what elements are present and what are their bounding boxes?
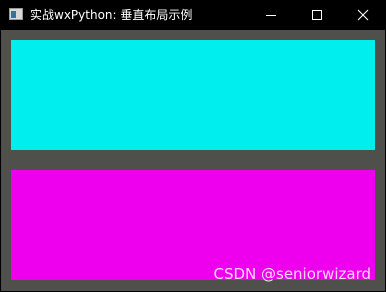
watermark-text: CSDN @seniorwizard (213, 265, 371, 283)
top-panel (11, 40, 375, 150)
title-bar[interactable]: 实战wxPython: 垂直布局示例 (0, 0, 386, 30)
minimize-icon (266, 15, 276, 16)
minimize-button[interactable] (248, 0, 294, 30)
bottom-panel (11, 170, 375, 280)
close-button[interactable] (340, 0, 386, 30)
maximize-icon (312, 10, 322, 20)
app-window-icon[interactable] (9, 8, 23, 20)
window-title: 实战wxPython: 垂直布局示例 (30, 8, 193, 22)
maximize-button[interactable] (294, 0, 340, 30)
close-icon (357, 9, 369, 21)
app-window: 实战wxPython: 垂直布局示例 CSDN @seniorwizard (0, 0, 386, 292)
client-area: CSDN @seniorwizard (1, 30, 385, 291)
